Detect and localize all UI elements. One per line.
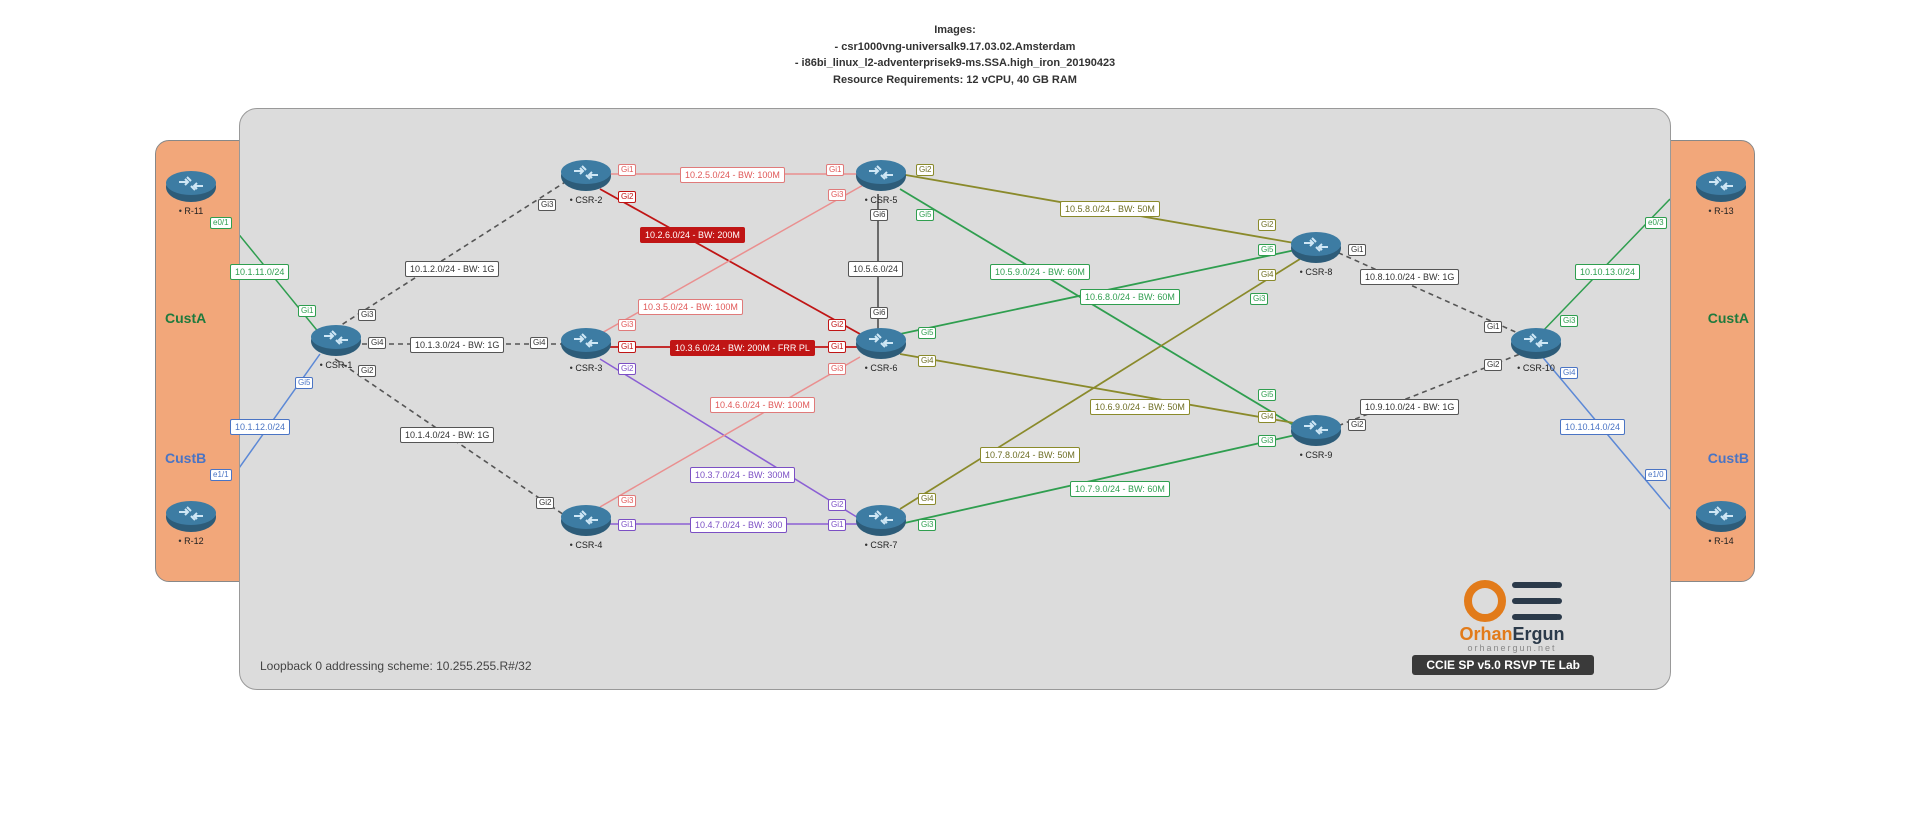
port-c2-gi1: Gi1 [618,164,636,176]
logo-o-icon [1464,580,1506,622]
port-c5-gi2: Gi2 [916,164,934,176]
link-7-8: 10.7.8.0/24 - BW: 50M [980,447,1080,463]
link-6-9: 10.6.9.0/24 - BW: 50M [1090,399,1190,415]
link-10-14: 10.10.14.0/24 [1560,419,1625,435]
link-3-6: 10.3.6.0/24 - BW: 200M - FRR PL [670,340,815,356]
link-10-13: 10.10.13.0/24 [1575,264,1640,280]
port-c8-gi5: Gi5 [1258,244,1276,256]
port-c2-gi2: Gi2 [618,191,636,203]
port-c6-gi5: Gi5 [918,327,936,339]
router-csr10[interactable]: CSR-10 [1510,327,1562,361]
port-c8-gi2: Gi2 [1258,219,1276,231]
port-c9-gi3: Gi3 [1258,435,1276,447]
router-csr9[interactable]: CSR-9 [1290,414,1342,448]
link-1-3: 10.1.3.0/24 - BW: 1G [410,337,504,353]
link-9-10: 10.9.10.0/24 - BW: 1G [1360,399,1459,415]
port-c7-gi4: Gi4 [918,493,936,505]
zone-custa-right-label: CustA [1708,310,1749,326]
port-r11-e01: e0/1 [210,217,232,229]
port-r14-e10: e1/0 [1645,469,1667,481]
header-line2: - i86bi_linux_l2-adventerprisek9-ms.SSA.… [175,55,1735,72]
lab-badge: CCIE SP v5.0 RSVP TE Lab [1412,655,1594,675]
router-csr4[interactable]: CSR-4 [560,504,612,538]
port-c4-gi1: Gi1 [618,519,636,531]
header-title: Images: [175,22,1735,39]
port-c7-gi2: Gi2 [828,499,846,511]
link-5-8: 10.5.8.0/24 - BW: 50M [1060,201,1160,217]
port-c1-gi3: Gi3 [358,309,376,321]
router-r14[interactable]: R-14 [1695,500,1747,534]
link-4-7: 10.4.7.0/24 - BW: 300 [690,517,787,533]
port-r13-e03: e0/3 [1645,217,1667,229]
link-1-4: 10.1.4.0/24 - BW: 1G [400,427,494,443]
link-1-2: 10.1.2.0/24 - BW: 1G [405,261,499,277]
logo-block: OrhanErgun orhanergun.net [1422,580,1602,653]
router-r12[interactable]: R-12 [165,500,217,534]
port-c5-gi5: Gi5 [916,209,934,221]
link-5-6: 10.5.6.0/24 [848,261,903,277]
router-csr8[interactable]: CSR-8 [1290,231,1342,265]
port-c6-gi3: Gi3 [828,363,846,375]
link-4-6: 10.4.6.0/24 - BW: 100M [710,397,815,413]
link-1-11: 10.1.11.0/24 [230,264,289,280]
port-c10-gi2: Gi2 [1484,359,1502,371]
port-c6-gi1: Gi1 [828,341,846,353]
port-c7-gi1: Gi1 [828,519,846,531]
port-c4-gi3: Gi3 [618,495,636,507]
port-c7-gi3: Gi3 [918,519,936,531]
router-csr5[interactable]: CSR-5 [855,159,907,193]
port-c8-gi1: Gi1 [1348,244,1366,256]
port-r12-e11: e1/1 [210,469,232,481]
link-8-10: 10.8.10.0/24 - BW: 1G [1360,269,1459,285]
topology-canvas: CSR-1 CSR-2 CSR-3 CSR-4 CSR-5 CSR-6 CSR-… [239,108,1671,690]
port-c10-gi1: Gi1 [1484,321,1502,333]
router-csr6[interactable]: CSR-6 [855,327,907,361]
port-c1-gi4: Gi4 [368,337,386,349]
link-1-12: 10.1.12.0/24 [230,419,290,435]
link-2-6: 10.2.6.0/24 - BW: 200M [640,227,745,243]
port-c3-gi3: Gi3 [618,319,636,331]
port-c6-gi6: Gi6 [870,307,888,319]
zone-custb-left-label: CustB [165,450,206,466]
port-c8-gi4: Gi4 [1258,269,1276,281]
link-5-9: 10.5.9.0/24 - BW: 60M [990,264,1090,280]
header-line3: Resource Requirements: 12 vCPU, 40 GB RA… [175,72,1735,89]
port-c3-gi2: Gi2 [618,363,636,375]
port-c2-gi3: Gi3 [538,199,556,211]
port-c9-gi4: Gi4 [1258,411,1276,423]
zone-custb-right-label: CustB [1708,450,1749,466]
port-c8-gi3: Gi3 [1250,293,1268,305]
link-3-7: 10.3.7.0/24 - BW: 300M [690,467,795,483]
loopback-note: Loopback 0 addressing scheme: 10.255.255… [260,659,532,673]
router-csr7[interactable]: CSR-7 [855,504,907,538]
header-block: Images: - csr1000vng-universalk9.17.03.0… [175,0,1735,88]
logo-e-icon [1512,580,1560,622]
router-csr3[interactable]: CSR-3 [560,327,612,361]
port-c5-gi3: Gi3 [828,189,846,201]
link-7-9: 10.7.9.0/24 - BW: 60M [1070,481,1170,497]
link-6-8: 10.6.8.0/24 - BW: 60M [1080,289,1180,305]
link-2-5: 10.2.5.0/24 - BW: 100M [680,167,785,183]
port-c5-gi1: Gi1 [826,164,844,176]
port-c5-gi6: Gi6 [870,209,888,221]
port-c4-gi2: Gi2 [536,497,554,509]
port-c9-gi2: Gi2 [1348,419,1366,431]
link-3-5: 10.3.5.0/24 - BW: 100M [638,299,743,315]
port-c10-gi3: Gi3 [1560,315,1578,327]
port-c6-gi2: Gi2 [828,319,846,331]
port-c3-gi1: Gi1 [618,341,636,353]
port-c9-gi5: Gi5 [1258,389,1276,401]
port-c1-gi2: Gi2 [358,365,376,377]
port-c1-gi5: Gi5 [295,377,313,389]
port-c3-gi4: Gi4 [530,337,548,349]
header-line1: - csr1000vng-universalk9.17.03.02.Amster… [175,39,1735,56]
router-csr2[interactable]: CSR-2 [560,159,612,193]
port-c6-gi4: Gi4 [918,355,936,367]
router-r13[interactable]: R-13 [1695,170,1747,204]
port-c1-gi1: Gi1 [298,305,316,317]
router-r11[interactable]: R-11 [165,170,217,204]
port-c10-gi4: Gi4 [1560,367,1578,379]
zone-custa-left-label: CustA [165,310,206,326]
router-csr1[interactable]: CSR-1 [310,324,362,358]
